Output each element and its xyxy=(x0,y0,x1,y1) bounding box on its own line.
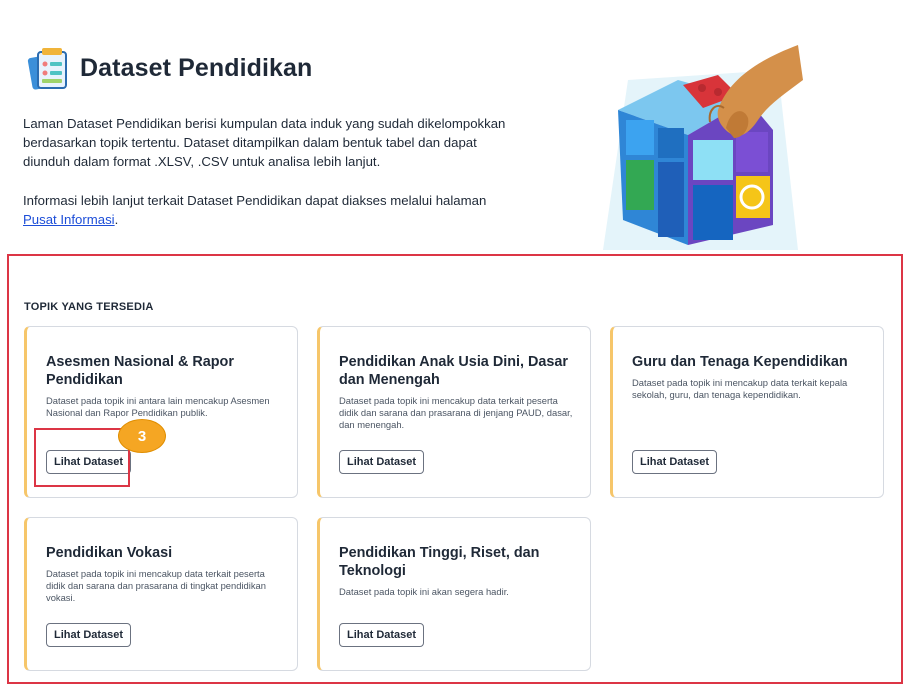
section-heading: TOPIK YANG TERSEDIA xyxy=(24,301,154,313)
info-text: Informasi lebih lanjut terkait Dataset P… xyxy=(23,191,543,229)
pusat-informasi-link[interactable]: Pusat Informasi xyxy=(23,212,115,227)
info-suffix: . xyxy=(114,212,119,227)
topic-card-dikti: Pendidikan Tinggi, Riset, dan Teknologi … xyxy=(317,517,591,671)
lihat-dataset-button[interactable]: Lihat Dataset xyxy=(46,623,132,647)
card-title: Pendidikan Vokasi xyxy=(46,545,173,561)
info-label: Informasi lebih lanjut terkait Dataset P… xyxy=(23,193,487,208)
topic-card-guru-tendik: Guru dan Tenaga Kependidikan Dataset pad… xyxy=(610,326,884,498)
intro-text: Laman Dataset Pendidikan berisi kumpulan… xyxy=(23,116,506,169)
card-title: Guru dan Tenaga Kependidikan xyxy=(632,354,848,370)
card-title: Pendidikan Anak Usia Dini, Dasar dan Men… xyxy=(339,354,568,388)
lihat-dataset-button[interactable]: Lihat Dataset xyxy=(339,450,425,474)
data-cube-illustration xyxy=(598,40,808,250)
card-description: Dataset pada topik ini antara lain menca… xyxy=(46,395,270,418)
page-title: Dataset Pendidikan xyxy=(80,54,313,82)
topic-card-paud-dasmen: Pendidikan Anak Usia Dini, Dasar dan Men… xyxy=(317,326,591,498)
step-highlight-frame xyxy=(34,428,130,487)
card-description: Dataset pada topik ini mencakup data ter… xyxy=(46,568,266,603)
card-description: Dataset pada topik ini mencakup data ter… xyxy=(632,377,848,400)
card-description: Dataset pada topik ini mencakup data ter… xyxy=(339,395,573,430)
card-title: Pendidikan Tinggi, Riset, dan Teknologi xyxy=(339,545,540,579)
card-description: Dataset pada topik ini akan segera hadir… xyxy=(339,586,509,597)
topic-card-vokasi: Pendidikan Vokasi Dataset pada topik ini… xyxy=(24,517,298,671)
lihat-dataset-button[interactable]: Lihat Dataset xyxy=(339,623,425,647)
document-chart-icon xyxy=(24,46,72,94)
step-number-badge: 3 xyxy=(118,419,166,453)
card-title: Asesmen Nasional & Rapor Pendidikan xyxy=(46,354,234,388)
lihat-dataset-button[interactable]: Lihat Dataset xyxy=(632,450,718,474)
